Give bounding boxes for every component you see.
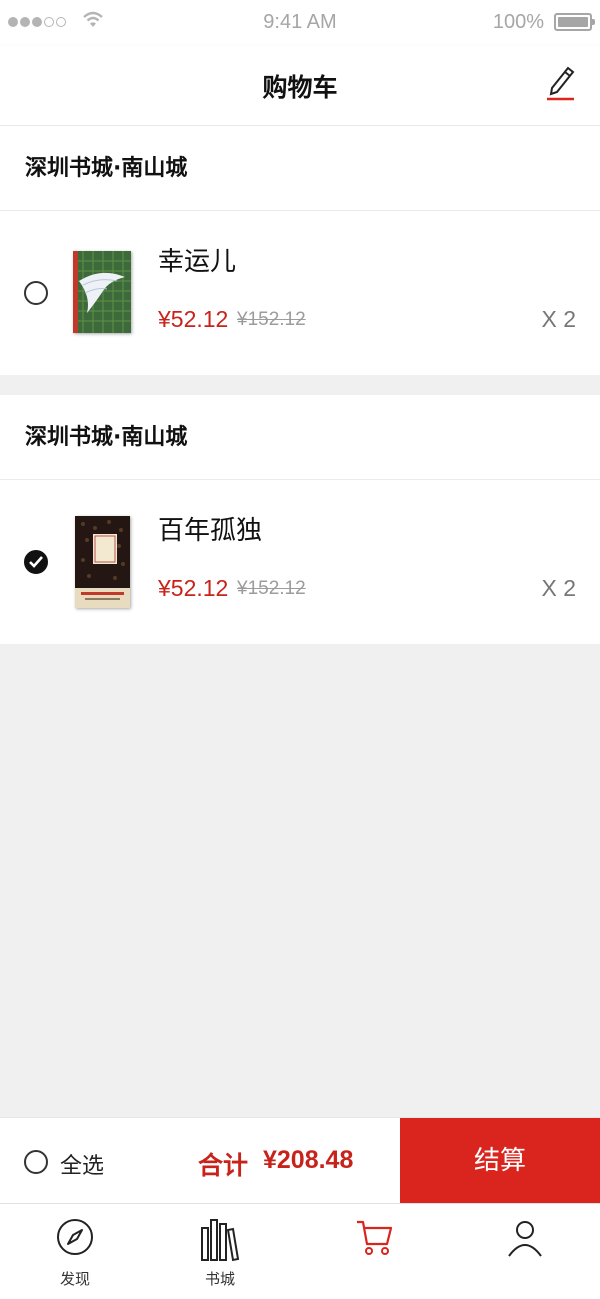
- book-title[interactable]: 百年孤独: [158, 510, 262, 547]
- battery-percentage: 100%: [492, 11, 544, 33]
- tab-discover[interactable]: 发现: [0, 1204, 150, 1299]
- store-name: 深圳书城·南山城: [0, 126, 600, 211]
- store-section: 深圳书城·南山城 幸运儿 ¥52.12 ¥152.12 X 2: [0, 126, 600, 375]
- tab-cart[interactable]: [300, 1204, 450, 1299]
- item-price: ¥52.12: [158, 575, 229, 601]
- pencil-icon[interactable]: [544, 62, 578, 102]
- item-original-price: ¥152.12: [237, 578, 306, 599]
- total-label: 合计: [198, 1151, 249, 1180]
- battery-icon: [554, 13, 595, 31]
- tab-bar: 发现 书城: [0, 1203, 600, 1299]
- item-original-price: ¥152.12: [237, 309, 306, 330]
- status-bar: 9:41 AM 100%: [0, 0, 600, 46]
- compass-icon: [57, 1219, 93, 1255]
- item-price: ¥52.12: [158, 306, 229, 332]
- bookshelf-icon: [201, 1219, 240, 1262]
- page-title: 购物车: [262, 73, 338, 102]
- item-quantity: X 2: [541, 306, 576, 332]
- store-section: 深圳书城·南山城 百年孤独 ¥52.12 ¥152.12 X 2: [0, 395, 600, 644]
- cart-item: 幸运儿 ¥52.12 ¥152.12 X 2: [0, 211, 600, 375]
- tab-profile[interactable]: [450, 1204, 600, 1299]
- tab-label: 书城: [204, 1270, 235, 1288]
- tab-label: 发现: [59, 1270, 90, 1288]
- profile-icon: [508, 1221, 542, 1257]
- navigation-bar: 购物车: [0, 46, 600, 126]
- total-amount: ¥208.48: [263, 1146, 354, 1174]
- item-quantity: X 2: [541, 575, 576, 601]
- tab-bookstore[interactable]: 书城: [145, 1204, 295, 1299]
- book-cover[interactable]: [73, 251, 131, 333]
- select-all-label[interactable]: 全选: [60, 1148, 104, 1180]
- book-cover[interactable]: [75, 516, 130, 608]
- book-title[interactable]: 幸运儿: [158, 241, 236, 278]
- cart-icon: [357, 1220, 393, 1255]
- store-name: 深圳书城·南山城: [0, 395, 600, 480]
- cart-item: 百年孤独 ¥52.12 ¥152.12 X 2: [0, 480, 600, 644]
- item-select-radio[interactable]: [24, 550, 48, 574]
- item-select-radio[interactable]: [24, 281, 48, 305]
- checkout-bar: 全选 合计 ¥208.48 结算: [0, 1117, 600, 1204]
- select-all-radio[interactable]: [24, 1150, 48, 1174]
- checkout-button[interactable]: 结算: [400, 1118, 600, 1204]
